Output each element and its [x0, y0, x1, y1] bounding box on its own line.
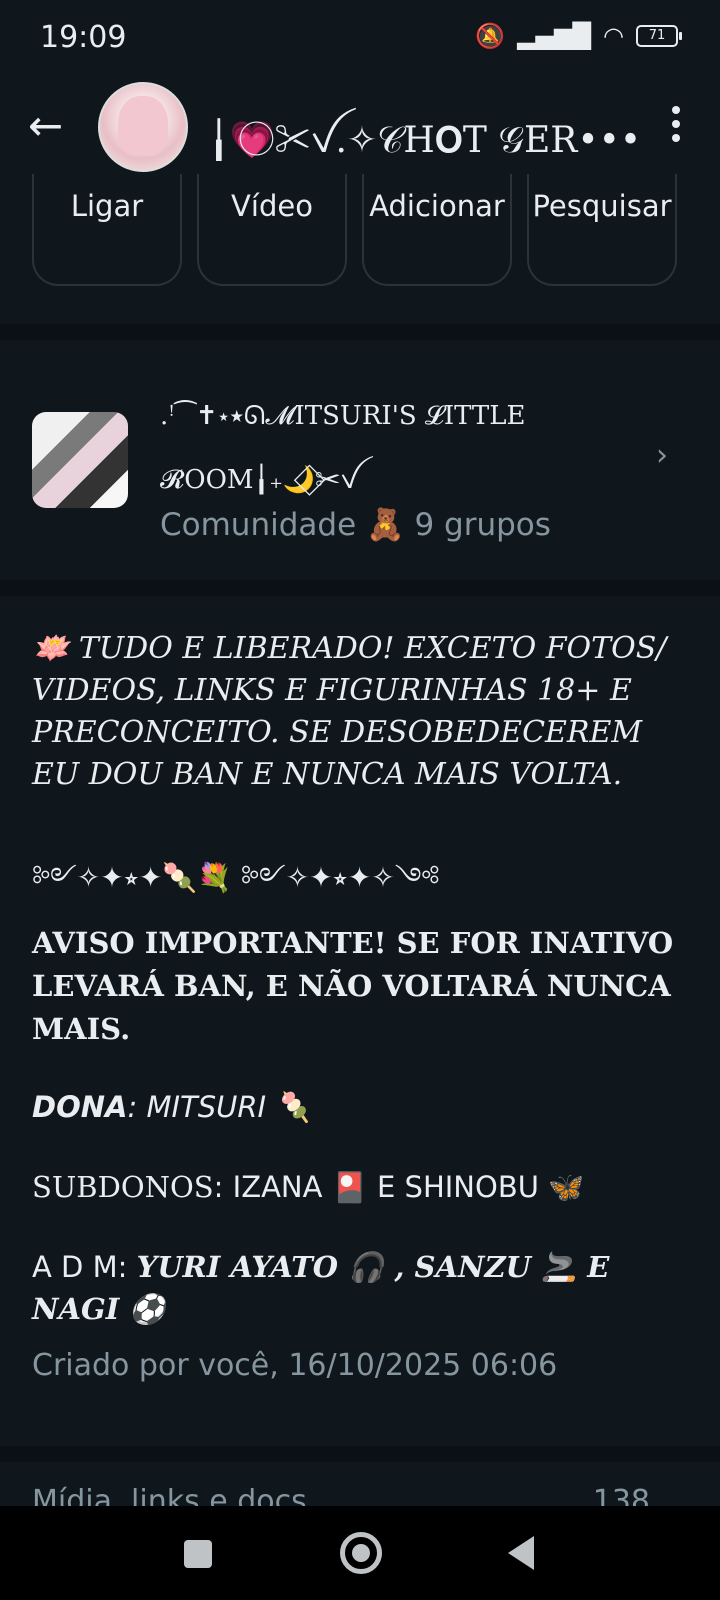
- more-options-icon[interactable]: [672, 100, 682, 148]
- group-description: 🪷 TUDO E LIBERADO! EXCETO FOTOS/ VIDEOS,…: [0, 596, 720, 1446]
- video-button[interactable]: Vídeo: [197, 174, 347, 286]
- description-owner: DONA: MITSURI 🍡: [32, 1086, 692, 1128]
- community-card[interactable]: .ꜝ⁀✝︎⋆⭑ᘏ𝓜ITSURI'S 𝓛ITTLE 𝓡OOM╽₊🌙⃟✂ꪜ Comu…: [0, 340, 720, 580]
- back-triangle-icon[interactable]: [508, 1536, 534, 1570]
- description-warning: AVISO IMPORTANTE! SE FOR INATIVO LEVARÁ …: [32, 926, 674, 1046]
- action-label-video: Vídeo: [231, 189, 313, 223]
- chevron-right-icon: ›: [656, 438, 668, 473]
- signal-icon: ▂▄▆█: [517, 22, 592, 50]
- back-arrow-icon[interactable]: ←: [28, 102, 63, 150]
- call-button[interactable]: Ligar: [32, 174, 182, 286]
- community-subtitle: Comunidade 🧸 9 grupos: [160, 507, 551, 543]
- media-links-docs-row[interactable]: Mídia, links e docs 138: [0, 1462, 720, 1506]
- app-bar: ← ╽💗⃝✂ꪜ.✧𝒞H𝐎T 𝒢ER•••: [0, 78, 720, 178]
- status-bar: 19:09 🔕 ▂▄▆█ ◠ 71: [0, 0, 720, 78]
- battery-icon: 71: [636, 25, 682, 47]
- wifi-icon: ◠: [603, 22, 624, 50]
- group-title[interactable]: ╽💗⃝✂ꪜ.✧𝒞H𝐎T 𝒢ER•••: [208, 106, 638, 181]
- status-time: 19:09: [40, 20, 127, 55]
- media-count: 138: [592, 1484, 650, 1506]
- created-info: Criado por você, 16/10/2025 06:06: [32, 1348, 558, 1383]
- system-nav-bar: [0, 1506, 720, 1600]
- home-icon[interactable]: [340, 1532, 382, 1574]
- group-avatar[interactable]: [98, 82, 188, 172]
- subowners-label: SUBDONOS: [32, 1170, 214, 1204]
- status-icons: 🔕 ▂▄▆█ ◠ 71: [475, 22, 682, 50]
- subowners-value: : IZANA 🎴 E SHINOBU 🦋: [213, 1170, 585, 1204]
- action-label-add: Adicionar: [369, 189, 505, 223]
- description-divider: ༻✧✦⭒✦🍡💐 ༻✧✦⭒✦✧༺: [32, 861, 440, 894]
- add-button[interactable]: Adicionar: [362, 174, 512, 286]
- community-image: [32, 412, 128, 508]
- community-name: .ꜝ⁀✝︎⋆⭑ᘏ𝓜ITSURI'S 𝓛ITTLE 𝓡OOM╽₊🌙⃟✂ꪜ: [160, 401, 526, 495]
- description-adm: A D M: YURI AYATO 🎧 , SANZU 🚬 E NAGI ⚽: [32, 1246, 692, 1330]
- search-button[interactable]: Pesquisar: [527, 174, 677, 286]
- action-label-search: Pesquisar: [532, 189, 672, 223]
- adm-label: A D M:: [32, 1250, 128, 1284]
- mute-icon: 🔕: [475, 22, 506, 50]
- recent-apps-icon[interactable]: [184, 1540, 212, 1568]
- description-rules: 🪷 TUDO E LIBERADO! EXCETO FOTOS/ VIDEOS,…: [32, 631, 667, 792]
- action-buttons: Ligar Vídeo Adicionar Pesquisar: [0, 174, 720, 324]
- owner-value: : MITSURI 🍡: [127, 1090, 312, 1124]
- owner-label: DONA: [32, 1090, 128, 1124]
- action-label-call: Ligar: [70, 189, 144, 223]
- media-label: Mídia, links e docs: [32, 1484, 307, 1506]
- description-subowners: SUBDONOS: IZANA 🎴 E SHINOBU 🦋: [32, 1166, 692, 1208]
